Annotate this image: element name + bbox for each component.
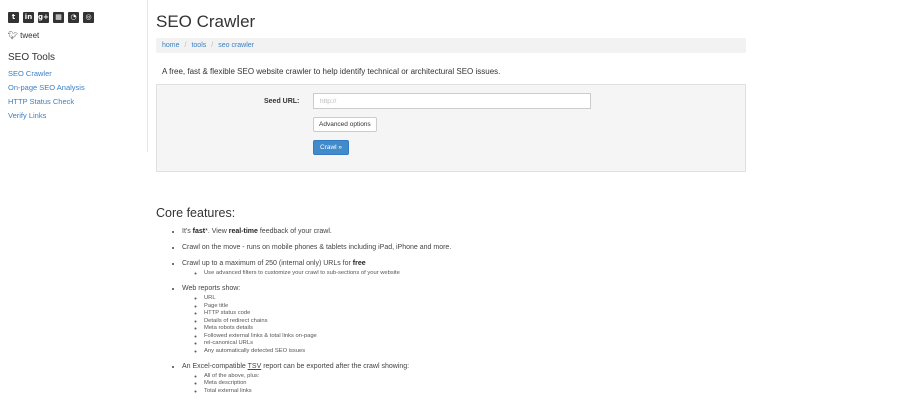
twitter-icon[interactable]: t [8,12,19,23]
feature-item: Crawl up to a maximum of 250 (internal o… [182,260,746,276]
breadcrumb: home / tools / seo crawler [156,38,746,53]
feature-sublist: All of the above, plus: Meta description… [182,373,746,394]
feature-item: Crawl on the move - runs on mobile phone… [182,244,746,251]
seed-url-input[interactable] [313,93,591,109]
linkedin-icon[interactable]: in [23,12,34,23]
list-item: rel-canonical URLs [204,340,746,346]
page-title: SEO Crawler [156,12,256,31]
tweet-label: tweet [20,31,40,40]
crawl-button[interactable]: Crawl » [313,140,350,155]
feature-sublist: Use advanced filters to customize your c… [182,270,746,276]
list-item: Total external links [204,388,746,394]
sidebar-title: SEO Tools [8,52,56,63]
tsv-abbr: TSV [247,362,262,370]
crawl-form-panel: Seed URL: Advanced options Crawl » [156,84,746,172]
sidebar: t in g+ ▦ ◔ ◎ 🐦︎ tweet SEO Tools SEO Cra… [0,0,148,152]
sidebar-item-verify-links[interactable]: Verify Links [8,111,147,120]
feature-item: It's fast*. View real-time feedback of y… [182,228,746,235]
main-content: SEO Crawler home / tools / seo crawler A… [156,0,746,400]
breadcrumb-tools[interactable]: tools [191,42,206,49]
list-item: Details of redirect chains [204,318,746,324]
list-item: Meta robots details [204,325,746,331]
sidebar-item-on-page-seo-analysis[interactable]: On-page SEO Analysis [8,83,147,92]
seed-url-label: Seed URL: [264,98,300,105]
list-item: Meta description [204,380,746,386]
feature-item: An Excel-compatible TSV report can be ex… [182,363,746,394]
breadcrumb-separator: / [184,42,187,49]
delicious-icon[interactable]: ▦ [53,12,64,23]
list-item: Followed external links & total links on… [204,333,746,339]
breadcrumb-separator: / [211,42,214,49]
rss-icon[interactable]: ◔ [68,12,79,23]
instagram-icon[interactable]: ◎ [83,12,94,23]
list-item: Page title [204,303,746,309]
list-item: HTTP status code [204,310,746,316]
feature-item: Web reports show: URL Page title HTTP st… [182,285,746,354]
list-item: Use advanced filters to customize your c… [204,270,746,276]
social-icons: t in g+ ▦ ◔ ◎ [8,12,147,23]
google-plus-icon[interactable]: g+ [38,12,49,23]
feature-sublist: URL Page title HTTP status code Details … [182,295,746,354]
list-item: All of the above, plus: [204,373,746,379]
twitter-bird-icon: 🐦︎ [8,31,19,40]
breadcrumb-seo-crawler[interactable]: seo crawler [218,42,254,49]
list-item: Any automatically detected SEO issues [204,348,746,354]
breadcrumb-home[interactable]: home [162,42,180,49]
tweet-link[interactable]: 🐦︎ tweet [8,31,147,40]
core-features-heading: Core features: [156,206,236,220]
sidebar-item-http-status-check[interactable]: HTTP Status Check [8,97,147,106]
sidebar-item-seo-crawler[interactable]: SEO Crawler [8,69,147,78]
advanced-options-button[interactable]: Advanced options [313,117,377,132]
intro-text: A free, fast & flexible SEO website craw… [162,67,501,76]
list-item: URL [204,295,746,301]
sidebar-links: SEO Crawler On-page SEO Analysis HTTP St… [8,69,147,120]
features-list: It's fast*. View real-time feedback of y… [156,228,746,394]
